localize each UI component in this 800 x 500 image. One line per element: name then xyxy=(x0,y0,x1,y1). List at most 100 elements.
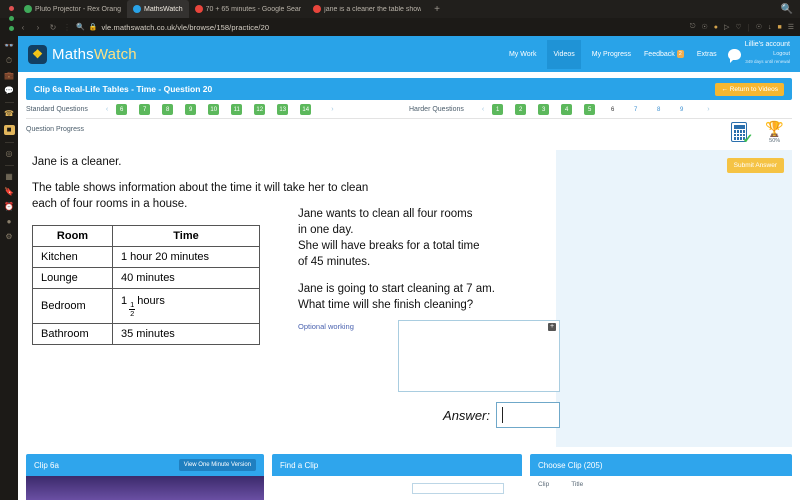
shield-icon[interactable]: ☉ xyxy=(701,23,707,31)
cell-time-fraction: 1 1 2 hours xyxy=(112,288,260,325)
browser-toolbar: ‹ › ↻ ⋮ 🔍 🔒 vle.mathswatch.co.uk/vle/bro… xyxy=(0,18,800,36)
standard-next-arrow[interactable]: › xyxy=(331,106,333,113)
window-icon[interactable]: ■ xyxy=(3,125,15,135)
minimize-window-dot[interactable] xyxy=(8,25,14,31)
question-progress-label: Question Progress xyxy=(26,126,84,133)
nav-item-extras[interactable]: Extras xyxy=(695,40,719,69)
optional-working-label: Optional working xyxy=(298,322,354,331)
question-button[interactable]: 14 xyxy=(300,104,312,115)
account-menu[interactable]: Lillie's account Logout 349 days until r… xyxy=(727,40,790,67)
standard-prev-arrow[interactable]: ‹ xyxy=(106,106,108,113)
back-button[interactable]: ‹ xyxy=(18,23,28,32)
column-header-room: Room xyxy=(32,225,113,248)
question-button[interactable]: 2 xyxy=(515,104,527,115)
forward-button[interactable]: › xyxy=(33,23,43,32)
question-button[interactable]: 9 xyxy=(185,104,197,115)
question-button[interactable]: 8 xyxy=(653,104,664,115)
question-button[interactable]: 6 xyxy=(116,104,128,115)
download-panel-icon[interactable]: ● xyxy=(7,218,12,226)
question-button[interactable]: 5 xyxy=(584,104,596,115)
question-button[interactable]: 12 xyxy=(254,104,266,115)
find-clip-search-input[interactable] xyxy=(412,482,504,494)
browser-tab-active[interactable]: MathsWatch xyxy=(126,0,189,18)
harder-next-arrow[interactable]: › xyxy=(707,106,709,113)
site-header: ❖ MathsWatch My Work Videos My Progress … xyxy=(18,36,800,72)
question-button[interactable]: 10 xyxy=(208,104,220,115)
search-icon[interactable]: 🔍 xyxy=(774,0,800,18)
browser-tab[interactable]: jane is a cleaner the table show xyxy=(307,0,427,18)
tab-favicon xyxy=(194,5,203,13)
harder-questions-label: Harder Questions xyxy=(409,106,464,113)
close-window-dot[interactable] xyxy=(8,5,14,11)
renewal-text: 349 days until renewal xyxy=(745,59,790,65)
whatsapp-icon[interactable]: ☎ xyxy=(4,110,14,118)
right-line-1: Jane wants to clean all four rooms xyxy=(298,208,473,220)
question-line-1: Jane is a cleaner. xyxy=(32,156,122,168)
question-line-2: The table shows information about the ti… xyxy=(32,181,369,194)
extension-icon[interactable]: ⎋ xyxy=(690,23,696,31)
find-clip-title: Find a Clip xyxy=(280,460,319,470)
brand[interactable]: ❖ MathsWatch xyxy=(28,44,137,64)
address-bar[interactable]: 🔍 🔒 vle.mathswatch.co.uk/vle/browse/158/… xyxy=(76,23,685,32)
battery-icon[interactable]: ■ xyxy=(777,24,781,31)
question-button[interactable]: 3 xyxy=(538,104,550,115)
question-button[interactable]: 4 xyxy=(561,104,573,115)
clip-panel: Clip 6a View One Minute Version xyxy=(26,454,264,500)
gear-icon[interactable]: ⚙ xyxy=(5,233,12,241)
settings-icon[interactable]: ☉ xyxy=(756,23,762,31)
menu-icon[interactable]: ☰ xyxy=(788,23,794,31)
question-button[interactable]: 1 xyxy=(492,104,504,115)
find-clip-panel: Find a Clip xyxy=(272,454,522,500)
download-icon[interactable]: ↓ xyxy=(768,24,772,31)
return-to-videos-button[interactable]: ← Return to Videos xyxy=(715,82,784,96)
progress-icons: ✓ 🏆 50% xyxy=(731,122,792,146)
grid-icon[interactable]: ▦ xyxy=(5,173,13,181)
browser-tab[interactable]: 70 + 65 minutes - Google Sear xyxy=(189,0,308,18)
answer-input[interactable] xyxy=(496,402,560,428)
nav-item-my-progress[interactable]: My Progress xyxy=(590,40,633,69)
nav-item-videos[interactable]: Videos xyxy=(547,39,581,69)
heart-icon[interactable]: ♡ xyxy=(735,23,741,31)
question-button[interactable]: 9 xyxy=(676,104,687,115)
tab-title: jane is a cleaner the table show xyxy=(324,5,422,13)
reload-button[interactable]: ↻ xyxy=(48,23,58,32)
choose-clip-title: Choose Clip (205) xyxy=(538,460,603,470)
question-button-current[interactable]: 6 xyxy=(607,104,618,115)
bookmark-icon[interactable]: 🔖 xyxy=(4,188,14,196)
adblock-icon[interactable]: ● xyxy=(714,24,718,31)
briefcase-icon[interactable]: 💼 xyxy=(4,72,14,80)
view-one-minute-version-button[interactable]: View One Minute Version xyxy=(178,459,256,471)
logout-link[interactable]: Logout xyxy=(773,51,790,57)
account-name: Lillie's account xyxy=(744,40,790,48)
harder-prev-arrow[interactable]: ‹ xyxy=(482,106,484,113)
text-caret xyxy=(502,407,503,423)
maximize-window-dot[interactable] xyxy=(8,15,14,21)
question-button[interactable]: 7 xyxy=(630,104,641,115)
notes-icon[interactable]: 💬 xyxy=(4,87,14,95)
glasses-icon[interactable]: 👓 xyxy=(4,42,14,50)
room-time-table: Room Time Kitchen 1 hour 20 minutes Loun… xyxy=(32,225,260,346)
window-controls[interactable] xyxy=(4,0,18,36)
new-tab-button[interactable]: + xyxy=(427,0,447,18)
tab-favicon xyxy=(132,5,141,13)
url-text: vle.mathswatch.co.uk/vle/browse/158/prac… xyxy=(101,22,270,32)
toolbar-divider: ⋮ xyxy=(63,22,71,32)
brand-name: MathsWatch xyxy=(52,45,137,63)
add-working-icon[interactable]: + xyxy=(548,323,556,331)
browser-tab[interactable]: Pluto Projector - Rex Orang xyxy=(18,0,127,18)
history-icon[interactable]: ⏰ xyxy=(4,203,14,211)
tab-favicon xyxy=(313,5,322,13)
target-icon[interactable]: ◎ xyxy=(6,150,13,158)
clock-dashboard-icon[interactable]: ⏱ xyxy=(6,57,12,65)
check-icon: ✓ xyxy=(742,131,754,146)
optional-working-input[interactable]: + xyxy=(398,320,560,392)
send-icon[interactable]: ▷ xyxy=(724,23,729,31)
question-button[interactable]: 11 xyxy=(231,104,243,115)
question-button[interactable]: 13 xyxy=(277,104,289,115)
submit-answer-button[interactable]: Submit Answer xyxy=(726,158,784,173)
question-button[interactable]: 7 xyxy=(139,104,151,115)
video-thumbnail[interactable] xyxy=(26,476,264,500)
nav-item-feedback[interactable]: Feedback 2 xyxy=(642,40,686,69)
nav-item-my-work[interactable]: My Work xyxy=(507,40,538,69)
question-button[interactable]: 8 xyxy=(162,104,174,115)
